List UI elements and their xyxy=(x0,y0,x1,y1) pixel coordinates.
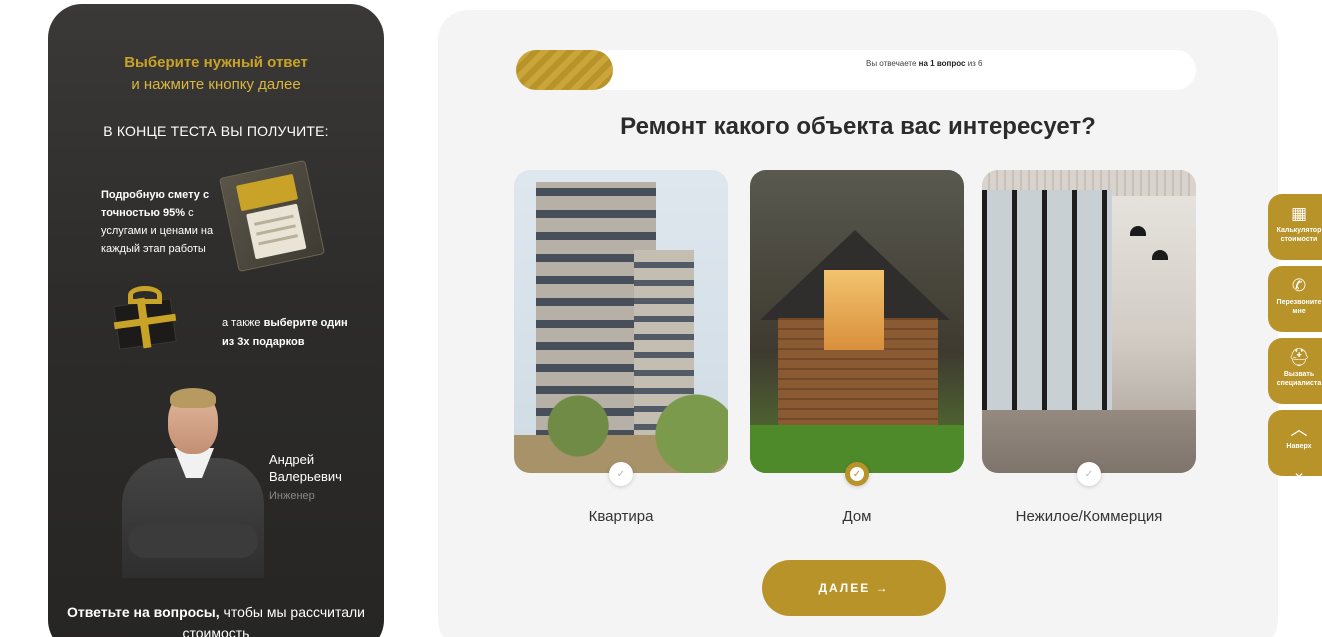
quiz-area: Вы отвечаете на 1 вопрос из 6 Ремонт как… xyxy=(438,10,1278,637)
progress-current: на 1 вопрос xyxy=(918,59,966,68)
expert-role: Инженер xyxy=(269,490,315,502)
phone-icon: ✆ xyxy=(1291,276,1307,296)
side-tab-callback[interactable]: ✆ Перезвоните мне xyxy=(1268,266,1322,332)
option-radio-apartment[interactable]: ✓ xyxy=(609,462,633,486)
promo-end-heading: В КОНЦЕ ТЕСТА ВЫ ПОЛУЧИТЕ: xyxy=(103,123,329,139)
calculator-icon: ▦ xyxy=(1290,204,1308,224)
expert-name: Андрей Валерьевич xyxy=(269,451,342,485)
promo-panel: Выберите нужный ответ и нажмите кнопку д… xyxy=(48,4,384,637)
helmet-icon: ⛑ xyxy=(1288,348,1310,368)
side-tab-specialist[interactable]: ⛑ Вызвать специалиста xyxy=(1268,338,1322,404)
house-photo xyxy=(750,170,964,473)
side-tab-calculator[interactable]: ▦ Калькулятор стоимости xyxy=(1268,194,1322,260)
option-label-commercial: Нежилое/Коммерция xyxy=(1015,508,1163,525)
option-radio-house[interactable]: ✓ xyxy=(845,462,869,486)
gift-box-image xyxy=(106,284,184,350)
promo-title: Выберите нужный ответ xyxy=(124,54,308,71)
side-tab-calculator-label: Калькулятор стоимости xyxy=(1276,227,1322,243)
progress-suffix: из 6 xyxy=(965,59,983,68)
promo-bottom-bold: Ответьте на вопросы, xyxy=(67,604,220,620)
side-tab-specialist-label: Вызвать специалиста xyxy=(1276,371,1322,387)
progress-bar-track: Вы отвечаете на 1 вопрос из 6 xyxy=(516,50,1196,90)
expert-patronymic: Валерьевич xyxy=(269,469,342,484)
promo-bottom-text: Ответьте на вопросы, чтобы мы рассчитали… xyxy=(48,602,384,637)
option-label-apartment: Квартира xyxy=(588,508,654,525)
progress-bar-fill xyxy=(516,50,613,90)
side-tab-scroll-top[interactable]: ︿ Наверх xyxy=(1268,410,1322,476)
gifts-description: а также выберите один из 3х подарков xyxy=(222,314,352,352)
estimate-document-image xyxy=(218,159,326,273)
expert-photo xyxy=(118,386,268,578)
side-tab-scroll-top-label: Наверх xyxy=(1286,443,1312,450)
option-card-apartment[interactable]: ✓ Квартира xyxy=(514,170,728,534)
progress-prefix: Вы отвечаете xyxy=(866,59,919,68)
commercial-photo xyxy=(982,170,1196,473)
promo-subtitle: и нажмите кнопку далее xyxy=(131,76,301,93)
option-radio-commercial[interactable]: ✓ xyxy=(1077,462,1101,486)
gifts-prefix: а также xyxy=(222,317,264,329)
option-label-house: Дом xyxy=(842,508,872,525)
estimate-description: Подробную смету с точностью 95% с услуга… xyxy=(101,186,221,258)
next-button[interactable]: ДАЛЕЕ → xyxy=(762,560,946,616)
progress-text: Вы отвечаете на 1 вопрос из 6 xyxy=(866,59,983,68)
question-title: Ремонт какого объекта вас интересует? xyxy=(620,113,1096,140)
side-tab-callback-label: Перезвоните мне xyxy=(1276,299,1322,315)
arrow-up-icon: ︿ xyxy=(1290,420,1308,440)
close-icon[interactable]: ✕ xyxy=(1294,470,1304,484)
option-card-house[interactable]: ✓ Дом xyxy=(750,170,964,534)
expert-first-name: Андрей xyxy=(269,452,315,467)
apartment-photo xyxy=(514,170,728,473)
option-card-commercial[interactable]: ✓ Нежилое/Коммерция xyxy=(982,170,1196,534)
